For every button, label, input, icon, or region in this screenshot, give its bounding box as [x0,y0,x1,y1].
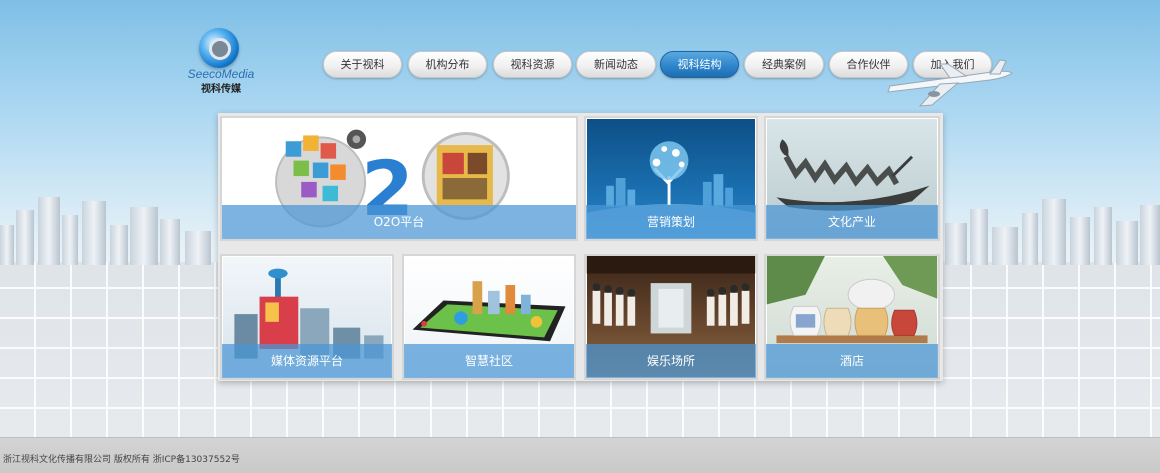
tile-caption: 营销策划 [586,205,756,239]
nav-item-structure[interactable]: 视科结构 [660,51,739,78]
tile-caption: O2O平台 [222,205,576,239]
nav-item-about[interactable]: 关于视科 [323,51,402,78]
page-footer: 浙江视科文化传播有限公司 版权所有 浙ICP备13037552号 [0,437,1160,473]
tile-culture[interactable]: 文化产业 [764,116,940,241]
brand-logo[interactable]: SeecoMedia 视科传媒 [176,28,266,95]
airplane-icon [887,59,1013,107]
tile-caption: 娱乐场所 [586,344,756,378]
nav-item-resources[interactable]: 视科资源 [493,51,572,78]
tile-o2o[interactable]: 2 O2O平台 [220,116,578,241]
tile-caption: 酒店 [766,344,938,378]
nav-item-cases[interactable]: 经典案例 [744,51,824,78]
logo-name-en: SeecoMedia [187,67,255,81]
nav-item-branches[interactable]: 机构分布 [408,51,487,78]
tile-caption: 文化产业 [766,205,938,239]
logo-name-cn: 视科传媒 [201,84,241,95]
footer-copyright: 浙江视科文化传播有限公司 版权所有 浙ICP备13037552号 [3,455,240,465]
tile-media-resources[interactable]: 媒体资源平台 [220,254,394,380]
tile-caption: 媒体资源平台 [222,344,392,378]
nav-item-news[interactable]: 新闻动态 [576,51,656,78]
logo-orb-icon [199,28,239,68]
tile-hotel[interactable]: 酒店 [764,254,940,380]
tile-smart-community[interactable]: 智慧社区 [402,254,576,380]
tile-entertainment[interactable]: 娱乐场所 [584,254,758,380]
tile-caption: 智慧社区 [404,344,574,378]
tile-marketing[interactable]: 营销策划 [584,116,758,241]
content-panel: 2 O2O平台 营销策划 文化产业 媒体资源平台 智慧社区 娱乐场所 酒店 [218,113,943,381]
